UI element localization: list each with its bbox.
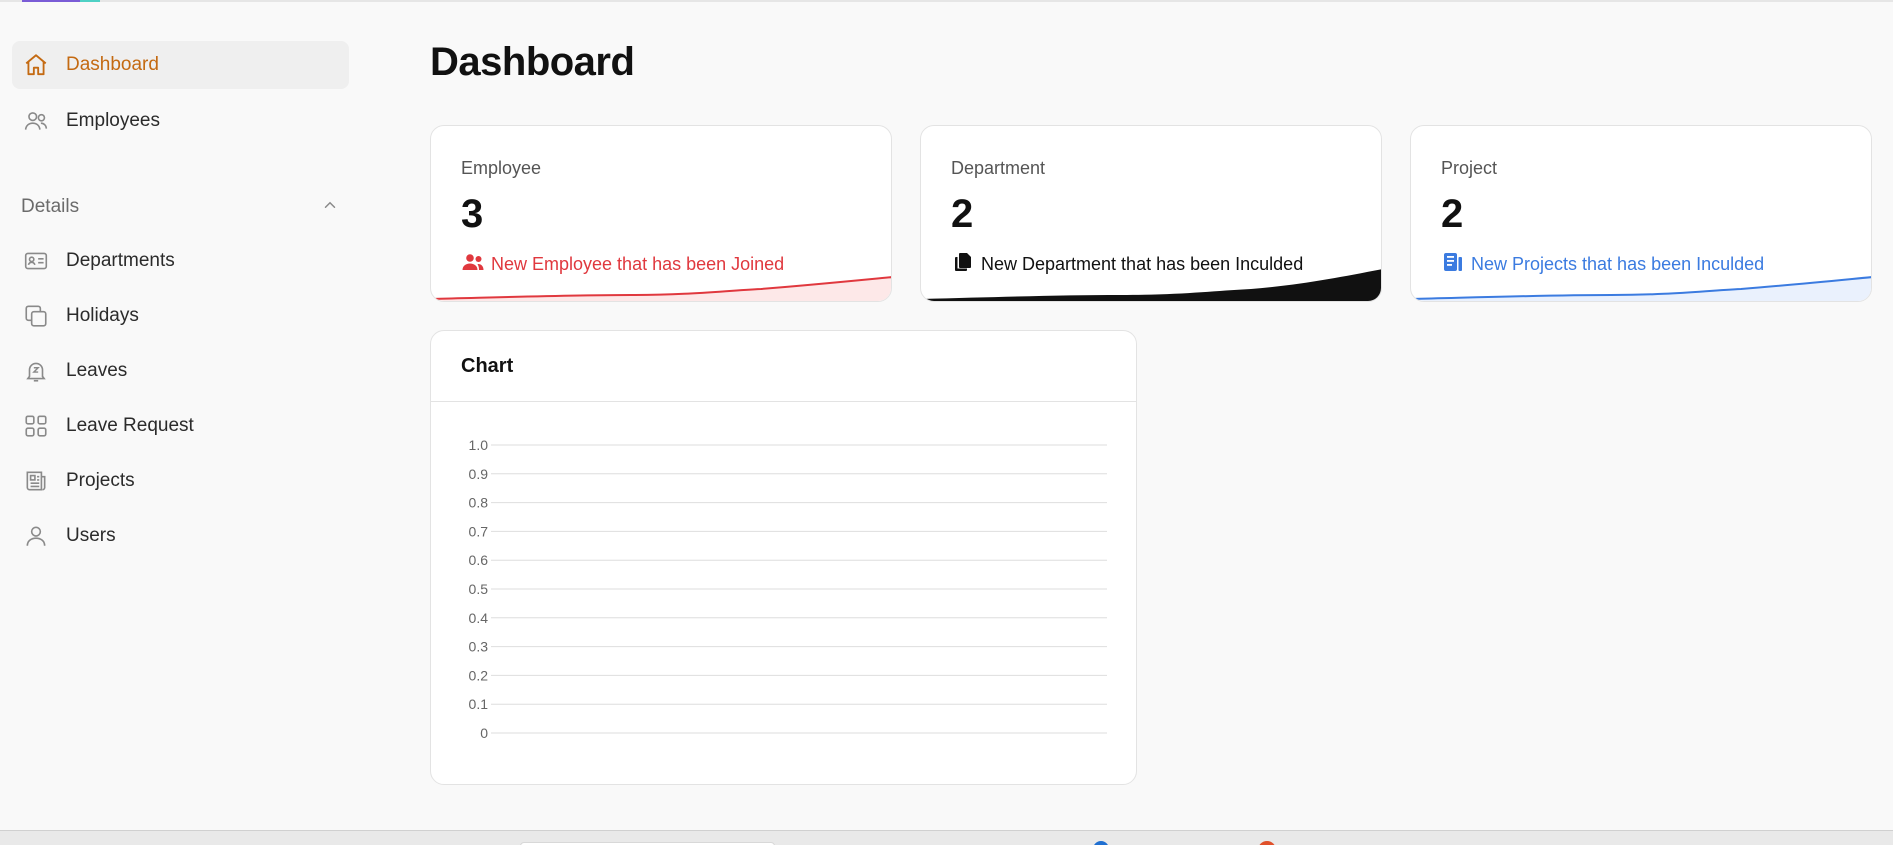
sidebar-item-label: Users [66,525,116,546]
y-tick-label: 0 [480,725,488,741]
details-section-toggle[interactable]: Details [21,192,339,222]
chart-card: Chart 1.0 0.9 0.8 0.7 0.6 0.5 0.4 0.3 0.2 0.1 0 [430,330,1137,785]
sidebar-item-label: Projects [66,470,135,491]
chevron-up-icon [321,196,339,219]
sidebar-item-employees[interactable]: Employees [12,97,349,145]
card-title: Employee [461,158,542,178]
sidebar-item-leave-request[interactable]: Leave Request [12,402,349,450]
sidebar-item-holidays[interactable]: Holidays [12,292,349,340]
sidebar-item-departments[interactable]: Departments [12,237,349,285]
chart-title: Chart [461,354,514,377]
home-icon [22,51,50,79]
stat-card-department: Department 2 New Department that has bee… [920,125,1382,302]
sidebar-item-projects[interactable]: Projects [12,457,349,505]
page-title: Dashboard [430,40,635,84]
y-tick-label: 0.5 [469,581,489,597]
y-tick-label: 1.0 [469,437,489,453]
sparkline-employee [431,276,891,301]
y-tick-label: 0.3 [469,639,489,655]
taskbar [0,830,1893,845]
y-tick-label: 0.2 [469,667,489,683]
y-tick-label: 0.7 [469,523,489,539]
y-tick-label: 0.6 [469,552,489,568]
sidebar-item-label: Employees [66,110,160,131]
sidebar-item-dashboard[interactable]: Dashboard [12,41,349,89]
card-value: 3 [461,192,484,236]
sparkline-department [921,269,1381,301]
newspaper-icon [22,467,50,495]
y-tick-label: 0.9 [469,466,489,482]
bell-z-icon [22,357,50,385]
sparkline-project [1411,276,1871,301]
chart-header: Chart [431,331,1136,402]
card-value: 2 [951,192,974,236]
y-tick-label: 0.1 [469,696,489,712]
taskbar-app-icon[interactable] [1093,841,1109,845]
card-title: Department [951,158,1046,178]
sidebar: Dashboard Employees Details Departments … [0,0,360,830]
taskbar-app-icon[interactable] [1258,841,1276,845]
sidebar-item-label: Holidays [66,305,139,326]
section-label: Details [21,196,80,217]
card-title: Project [1441,158,1498,178]
user-icon [22,522,50,550]
sidebar-item-label: Leaves [66,360,128,381]
sidebar-item-label: Dashboard [66,54,159,75]
users-icon [22,107,50,135]
stat-card-employee: Employee 3 New Employee that has been Jo… [430,125,892,302]
id-card-icon [22,247,50,275]
sidebar-item-leaves[interactable]: Leaves [12,347,349,395]
sidebar-item-users[interactable]: Users [12,512,349,560]
sidebar-item-label: Leave Request [66,415,194,436]
sidebar-item-label: Departments [66,250,175,271]
stat-card-project: Project 2 New Projects that has been Inc… [1410,125,1872,302]
card-value: 2 [1441,192,1464,236]
grid-icon [22,412,50,440]
chart-plot: 1.0 0.9 0.8 0.7 0.6 0.5 0.4 0.3 0.2 0.1 0 [469,437,1107,741]
y-tick-label: 0.8 [469,495,489,511]
y-tick-label: 0.4 [469,610,489,626]
copy-icon [22,302,50,330]
